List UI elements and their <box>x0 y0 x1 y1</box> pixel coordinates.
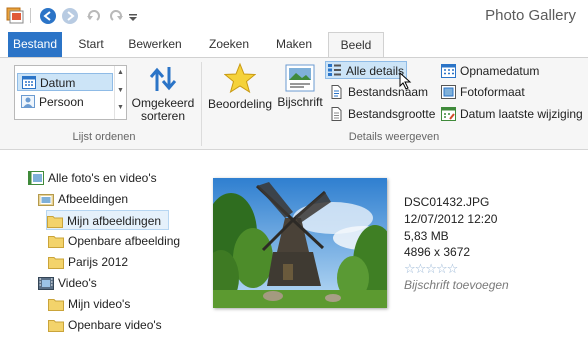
reverse-sort-label-line2: sorteren <box>140 109 186 123</box>
redo-icon[interactable] <box>107 7 125 25</box>
all-details-label: Alle details <box>346 64 405 78</box>
back-arrow-icon[interactable] <box>39 7 57 25</box>
tree-item-public-pictures[interactable]: Openbare afbeelding <box>48 231 180 251</box>
tab-start[interactable]: Start <box>66 32 116 57</box>
star-icon <box>224 62 256 94</box>
filesize-toggle[interactable]: Bestandsgrootte <box>329 105 435 123</box>
group-separator <box>201 62 202 146</box>
main-content: Alle foto's en video's Afbeeldingen Mijn… <box>0 151 588 339</box>
videos-library-icon <box>38 277 54 290</box>
gallery-scroll[interactable]: ▲ ▼ ▼ <box>114 66 126 119</box>
tab-bestand[interactable]: Bestand <box>8 32 62 57</box>
pictures-library-icon <box>38 194 54 206</box>
photo-datetime: 12/07/2012 12:20 <box>404 212 498 226</box>
app-icon[interactable] <box>6 6 24 24</box>
filesize-label: Bestandsgrootte <box>348 107 436 121</box>
tree-item-videos[interactable]: Video's <box>38 273 97 293</box>
tree-item-label: Openbare video's <box>68 318 162 332</box>
file-icon <box>331 85 342 99</box>
group-label-details: Details weergeven <box>348 131 440 143</box>
reverse-sort-button[interactable]: Omgekeerd sorteren <box>130 65 196 123</box>
folder-icon <box>48 299 64 311</box>
date-modified-label: Datum laatste wijziging <box>460 107 583 121</box>
photos-videos-icon <box>28 171 44 185</box>
photo-format-label: Fotoformaat <box>460 85 525 99</box>
date-taken-label: Opnamedatum <box>460 64 540 78</box>
ribbon-tabs: Bestand Start Bewerken Zoeken Maken Beel… <box>0 32 588 58</box>
calendar-edit-icon <box>441 107 456 121</box>
tab-bewerken[interactable]: Bewerken <box>122 32 188 57</box>
caption-icon <box>285 64 315 92</box>
person-icon <box>21 95 35 108</box>
window-title: Photo Gallery <box>485 7 576 24</box>
tab-maken[interactable]: Maken <box>266 32 322 57</box>
caption-button[interactable]: Bijschrift <box>276 64 324 109</box>
tree-item-pictures[interactable]: Afbeeldingen <box>38 189 128 209</box>
undo-icon[interactable] <box>85 7 103 25</box>
tree-item-my-pictures[interactable]: Mijn afbeeldingen <box>46 210 169 230</box>
folder-icon <box>48 320 64 332</box>
tree-item-label: Parijs 2012 <box>68 255 129 269</box>
all-details-button[interactable]: Alle details <box>325 61 407 79</box>
photo-filename: DSC01432.JPG <box>404 195 490 209</box>
tab-beeld[interactable]: Beeld <box>328 32 384 58</box>
folder-icon <box>48 236 64 248</box>
sort-option-label: Datum <box>40 76 76 90</box>
tree-item-label: Video's <box>58 276 97 290</box>
calendar-icon <box>441 64 456 78</box>
sort-list-gallery: Datum Persoon ▲ ▼ ▼ <box>14 65 127 120</box>
photo-thumbnail[interactable] <box>213 178 387 308</box>
tab-zoeken[interactable]: Zoeken <box>200 32 258 57</box>
title-bar: Photo Gallery <box>0 0 588 32</box>
group-label-sort: Lijst ordenen <box>72 131 136 143</box>
photo-format-icon <box>441 85 456 99</box>
document-icon <box>331 107 342 121</box>
tree-item-public-videos[interactable]: Openbare video's <box>48 315 162 335</box>
scroll-down-icon[interactable]: ▼ <box>117 87 124 94</box>
tree-item-label: Mijn afbeeldingen <box>67 214 162 228</box>
more-icon[interactable]: ▼ <box>117 104 124 111</box>
tree-item-label: Mijn video's <box>68 297 131 311</box>
rating-button[interactable]: Beoordeling <box>206 62 274 111</box>
windmill-photo <box>213 178 387 308</box>
details-grid-icon <box>328 64 341 76</box>
date-modified-toggle[interactable]: Datum laatste wijziging <box>441 105 583 123</box>
tree-item-my-videos[interactable]: Mijn video's <box>48 294 130 314</box>
tree-item-paris-2012[interactable]: Parijs 2012 <box>48 252 128 272</box>
sort-by-person-option[interactable]: Persoon <box>17 93 113 111</box>
tree-item-label: Afbeeldingen <box>58 192 129 206</box>
customize-toolbar-icon[interactable] <box>127 7 139 25</box>
folder-icon <box>48 257 64 269</box>
reverse-sort-icon <box>149 67 177 91</box>
rating-label: Beoordeling <box>207 97 273 111</box>
sort-by-date-option[interactable]: Datum <box>17 73 113 91</box>
tree-item-all-photos-videos[interactable]: Alle foto's en video's <box>28 168 157 188</box>
filename-label: Bestandsnaam <box>348 85 429 99</box>
date-taken-toggle[interactable]: Opnamedatum <box>441 62 539 80</box>
calendar-icon <box>22 76 36 89</box>
photo-dimensions: 4896 x 3672 <box>404 245 471 259</box>
photo-format-toggle[interactable]: Fotoformaat <box>441 83 525 101</box>
ribbon: Datum Persoon ▲ ▼ ▼ Omgekeerd sorteren L… <box>0 57 588 150</box>
tree-item-label: Openbare afbeelding <box>68 234 180 248</box>
tree-item-label: Alle foto's en video's <box>48 171 157 185</box>
photo-filesize: 5,83 MB <box>404 229 449 243</box>
caption-label: Bijschrift <box>277 95 323 109</box>
add-caption-field[interactable]: Bijschrift toevoegen <box>404 278 509 292</box>
qat-separator <box>30 8 31 23</box>
filename-toggle[interactable]: Bestandsnaam <box>329 83 428 101</box>
sort-option-label: Persoon <box>39 95 84 109</box>
folder-icon <box>47 216 63 228</box>
forward-arrow-icon[interactable] <box>61 7 79 25</box>
scroll-up-icon[interactable]: ▲ <box>117 69 124 76</box>
rating-stars[interactable]: ☆☆☆☆☆ <box>404 261 458 277</box>
